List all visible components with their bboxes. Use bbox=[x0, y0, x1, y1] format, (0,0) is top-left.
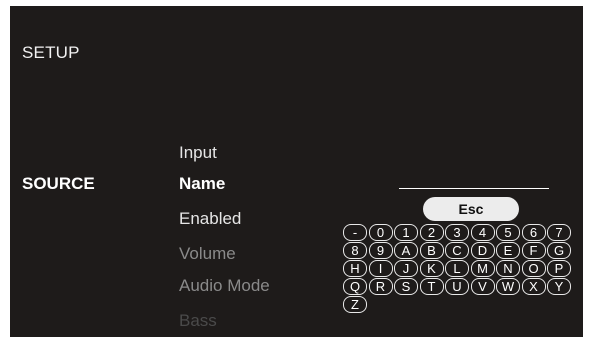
keyboard-key[interactable]: E bbox=[496, 242, 520, 259]
esc-button[interactable]: Esc bbox=[423, 197, 519, 221]
keyboard-key[interactable]: V bbox=[470, 278, 495, 295]
keyboard-key[interactable]: A bbox=[394, 242, 418, 259]
keyboard-key[interactable]: F bbox=[521, 242, 546, 259]
keyboard-key[interactable]: B bbox=[419, 242, 444, 259]
menu-item-audio-mode[interactable]: Audio Mode bbox=[179, 276, 270, 296]
keyboard-key[interactable]: 2 bbox=[419, 224, 444, 241]
keyboard-row: Z bbox=[343, 296, 579, 313]
keyboard-key[interactable]: O bbox=[521, 260, 546, 277]
keyboard-key[interactable]: D bbox=[470, 242, 495, 259]
keyboard-key[interactable]: S bbox=[394, 278, 418, 295]
keyboard-key[interactable]: X bbox=[521, 278, 546, 295]
keyboard-key[interactable]: Z bbox=[343, 296, 367, 313]
keyboard-row: HIJKLMNOP bbox=[343, 260, 579, 277]
menu-item-enabled[interactable]: Enabled bbox=[179, 209, 241, 229]
keyboard-key[interactable]: P bbox=[547, 260, 571, 277]
menu-item-input[interactable]: Input bbox=[179, 143, 217, 163]
section-label-source: SOURCE bbox=[22, 174, 95, 193]
keyboard-row: 89ABCDEFG bbox=[343, 242, 579, 259]
keyboard-key[interactable]: C bbox=[445, 242, 469, 259]
keyboard-key[interactable]: K bbox=[419, 260, 444, 277]
keyboard-key[interactable]: U bbox=[445, 278, 469, 295]
keyboard-key[interactable]: 6 bbox=[521, 224, 546, 241]
keyboard-row: QRSTUVWXY bbox=[343, 278, 579, 295]
on-screen-keyboard: -0123456789ABCDEFGHIJKLMNOPQRSTUVWXYZ bbox=[343, 224, 579, 314]
keyboard-key[interactable]: R bbox=[368, 278, 393, 295]
page-title: SETUP bbox=[22, 43, 80, 62]
keyboard-key[interactable]: N bbox=[496, 260, 520, 277]
keyboard-key[interactable]: 0 bbox=[368, 224, 393, 241]
keyboard-key[interactable]: 9 bbox=[368, 242, 393, 259]
keyboard-key[interactable]: 8 bbox=[343, 242, 367, 259]
setup-screen: SETUP SOURCE Input Name Enabled Volume A… bbox=[10, 6, 583, 337]
keyboard-key[interactable]: T bbox=[419, 278, 444, 295]
keyboard-key[interactable]: 1 bbox=[394, 224, 418, 241]
keyboard-key[interactable]: 4 bbox=[470, 224, 495, 241]
keyboard-key[interactable]: Q bbox=[343, 278, 367, 295]
keyboard-key[interactable]: H bbox=[343, 260, 367, 277]
menu-item-name[interactable]: Name bbox=[179, 174, 225, 194]
keyboard-key[interactable]: J bbox=[394, 260, 418, 277]
keyboard-key[interactable]: G bbox=[547, 242, 571, 259]
keyboard-key[interactable]: 3 bbox=[445, 224, 469, 241]
keyboard-key[interactable]: I bbox=[368, 260, 393, 277]
keyboard-key[interactable]: 5 bbox=[496, 224, 520, 241]
keyboard-key[interactable]: 7 bbox=[547, 224, 571, 241]
menu-item-bass[interactable]: Bass bbox=[179, 311, 217, 331]
name-input-field[interactable] bbox=[399, 188, 549, 189]
menu-item-volume[interactable]: Volume bbox=[179, 244, 236, 264]
keyboard-key[interactable]: - bbox=[343, 224, 367, 241]
keyboard-key[interactable]: L bbox=[445, 260, 469, 277]
keyboard-key[interactable]: M bbox=[470, 260, 495, 277]
keyboard-key[interactable]: Y bbox=[547, 278, 571, 295]
keyboard-key[interactable]: W bbox=[496, 278, 520, 295]
keyboard-row: -01234567 bbox=[343, 224, 579, 241]
